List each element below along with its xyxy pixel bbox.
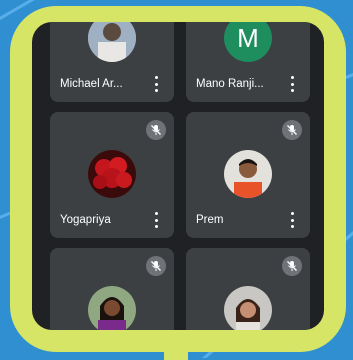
participant-avatar [88,286,136,330]
more-vert-icon[interactable] [286,212,298,228]
meeting-grid: Michael Ar... M Mano Ranji... Yogapriya … [32,22,324,330]
participant-tile[interactable] [186,248,310,330]
participant-name: Prem [196,214,224,226]
more-vert-icon[interactable] [150,76,162,92]
participant-tile[interactable] [50,248,174,330]
more-vert-icon[interactable] [286,76,298,92]
participant-name: Michael Ar... [60,78,123,90]
participant-tile[interactable]: Prem [186,112,310,238]
participant-avatar [88,22,136,62]
participant-tile[interactable]: Yogapriya [50,112,174,238]
participant-name: Yogapriya [60,214,111,226]
mic-off-icon [146,256,166,276]
roses-photo-icon [88,150,136,198]
participant-avatar [224,286,272,330]
mic-off-icon [282,256,302,276]
participant-avatar [224,150,272,198]
participant-avatar-letter: M [224,22,272,62]
mic-off-icon [146,120,166,140]
participant-name: Mano Ranji... [196,78,264,90]
participant-tile[interactable]: M Mano Ranji... [186,22,310,102]
participant-tile[interactable]: Michael Ar... [50,22,174,102]
mic-off-icon [282,120,302,140]
more-vert-icon[interactable] [150,212,162,228]
